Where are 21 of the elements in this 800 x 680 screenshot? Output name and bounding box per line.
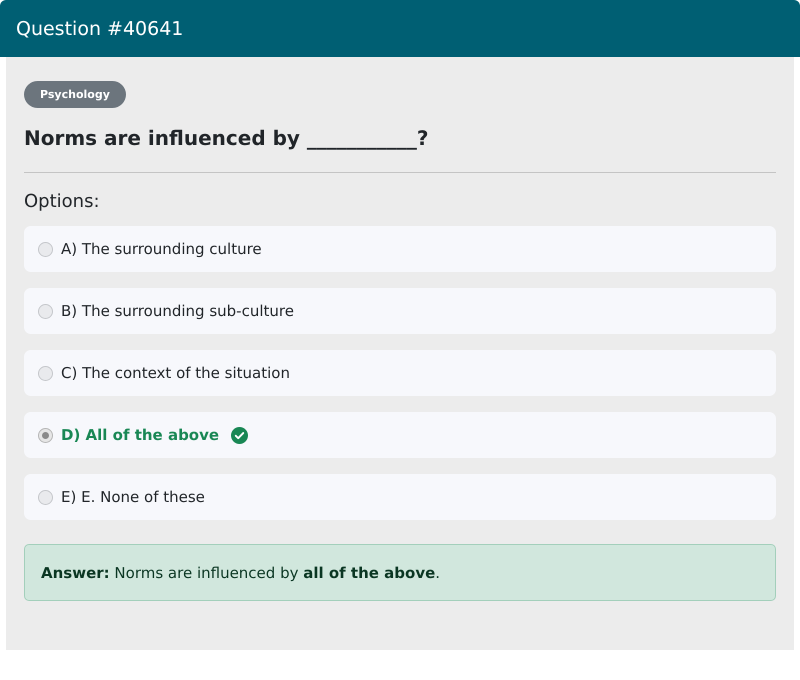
check-icon [231, 426, 248, 444]
question-text: Norms are influenced by ___________? [24, 126, 430, 150]
radio-button[interactable] [38, 490, 53, 504]
option-row[interactable]: B) The surrounding sub-culture [24, 288, 776, 334]
option-row[interactable]: C) The context of the situation [24, 350, 776, 396]
category-tag: Psychology [24, 81, 126, 108]
question-title: Question #40641 [16, 18, 184, 40]
options-label: Options: [24, 191, 101, 212]
option-text: B) The surrounding sub-culture [61, 302, 294, 320]
radio-button[interactable] [38, 304, 53, 318]
option-row[interactable]: A) The surrounding culture [24, 226, 776, 272]
radio-button[interactable] [38, 242, 53, 256]
option-text: D) All of the above [61, 426, 220, 444]
option-text: A) The surrounding culture [61, 240, 262, 258]
option-row[interactable]: D) All of the above [24, 412, 776, 458]
option-text: C) The context of the situation [61, 364, 290, 382]
option-text: E) E. None of these [61, 488, 205, 506]
radio-button[interactable] [38, 428, 53, 442]
answer-text: Answer: Norms are influenced by all of the above. [41, 564, 440, 582]
option-row[interactable]: E) E. None of these [24, 474, 776, 520]
radio-button[interactable] [38, 366, 53, 380]
